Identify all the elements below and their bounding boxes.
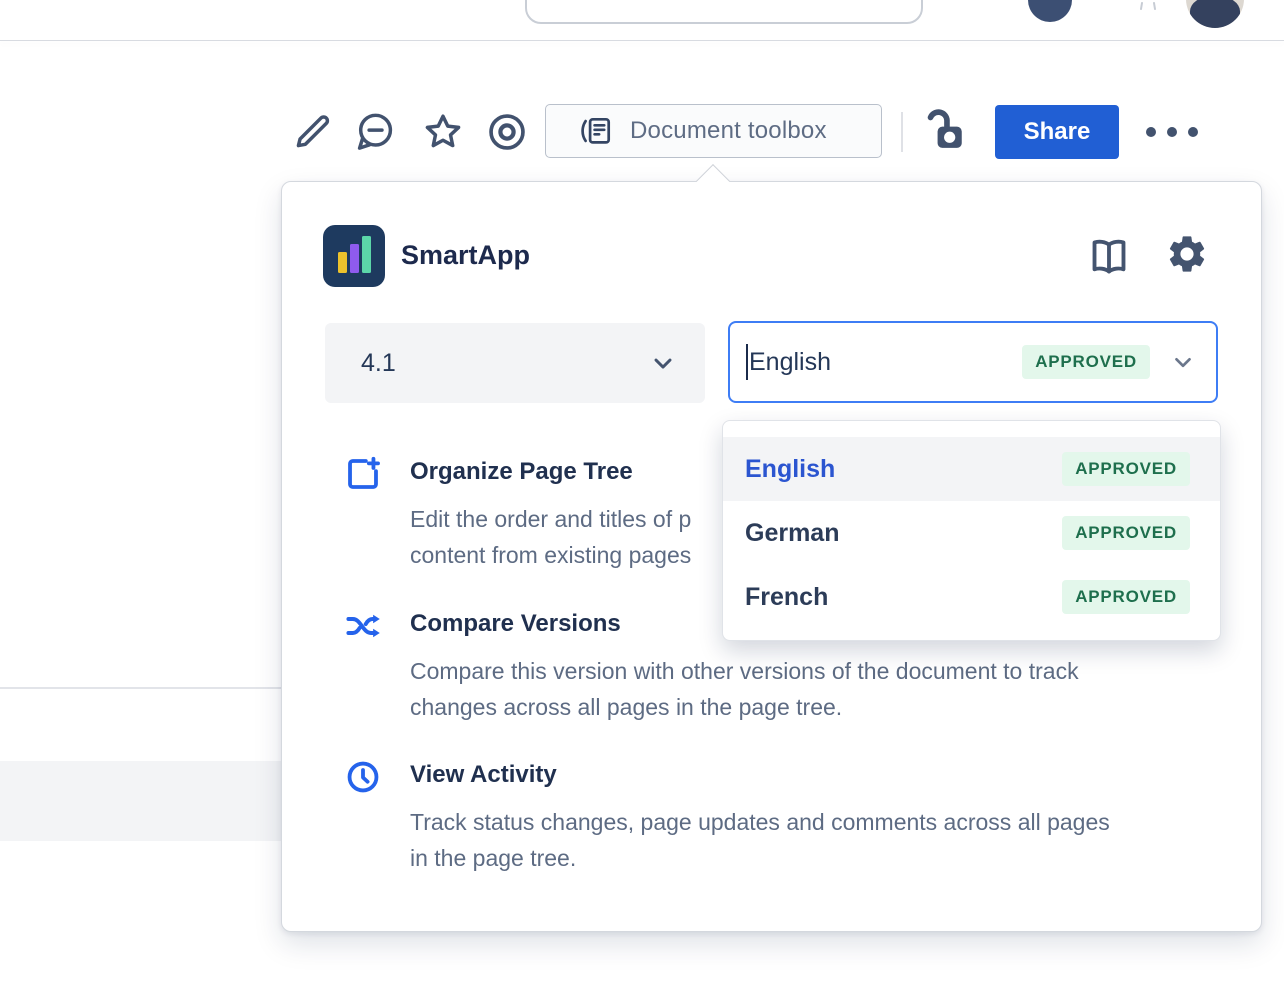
comment-icon[interactable] [353, 110, 397, 154]
menu-item-description: Compare this version with other versions… [410, 653, 1079, 725]
status-badge: APPROVED [1022, 345, 1150, 379]
avatar-shirt [1190, 0, 1240, 28]
language-select[interactable]: English APPROVED [728, 321, 1218, 403]
menu-item-description: Edit the order and titles of p content f… [410, 501, 691, 573]
status-badge: APPROVED [1062, 580, 1190, 614]
version-select[interactable]: 4.1 [325, 323, 705, 403]
search-input[interactable] [525, 0, 923, 24]
dot [1146, 127, 1156, 137]
option-german[interactable]: German APPROVED [723, 501, 1220, 565]
document-toolbox-icon [579, 113, 615, 149]
document-toolbox-button[interactable]: Document toolbox [545, 104, 882, 158]
dot [1167, 127, 1177, 137]
option-label: German [745, 519, 839, 548]
toolbar-divider [901, 112, 903, 152]
document-toolbox-label: Document toolbox [630, 117, 827, 145]
status-badge: APPROVED [1062, 516, 1190, 550]
menu-item-title: View Activity [410, 757, 1110, 793]
language-dropdown-list: English APPROVED German APPROVED French … [722, 420, 1221, 641]
watch-icon[interactable] [485, 110, 529, 154]
page: Document toolbox Share SmartApp [0, 0, 1284, 1006]
option-french[interactable]: French APPROVED [723, 565, 1220, 629]
version-value: 4.1 [361, 349, 396, 378]
option-english[interactable]: English APPROVED [723, 437, 1220, 501]
star-icon[interactable] [421, 110, 465, 154]
menu-item-title: Organize Page Tree [410, 454, 691, 490]
more-options-icon[interactable] [1146, 127, 1198, 137]
smartapp-logo [323, 225, 385, 287]
menu-item-organize-page-tree[interactable]: Organize Page Tree Edit the order and ti… [344, 454, 691, 573]
compare-versions-icon [344, 607, 382, 645]
documentation-book-icon[interactable] [1086, 235, 1132, 279]
user-avatar[interactable] [1186, 0, 1244, 28]
menu-item-description: Track status changes, page updates and c… [410, 804, 1110, 876]
language-value: English [749, 348, 831, 377]
page-background-divider [0, 687, 282, 689]
share-button[interactable]: Share [995, 105, 1119, 159]
option-label: French [745, 583, 828, 612]
organize-page-tree-icon [344, 455, 382, 493]
text-cursor [746, 344, 748, 380]
chevron-down-icon [649, 349, 677, 377]
status-badge: APPROVED [1062, 452, 1190, 486]
view-activity-clock-icon [344, 758, 382, 796]
app-title: SmartApp [401, 240, 530, 271]
partial-icon [1138, 2, 1158, 10]
dot [1188, 127, 1198, 137]
header-divider [0, 40, 1284, 41]
menu-item-view-activity[interactable]: View Activity Track status changes, page… [344, 757, 1110, 876]
edit-pencil-icon[interactable] [290, 110, 334, 154]
chevron-down-icon [1170, 349, 1196, 375]
settings-gear-icon[interactable] [1165, 232, 1209, 276]
unlock-icon[interactable] [918, 104, 968, 156]
avatar[interactable] [1028, 0, 1072, 22]
page-background-row [0, 761, 282, 841]
option-label: English [745, 455, 835, 484]
